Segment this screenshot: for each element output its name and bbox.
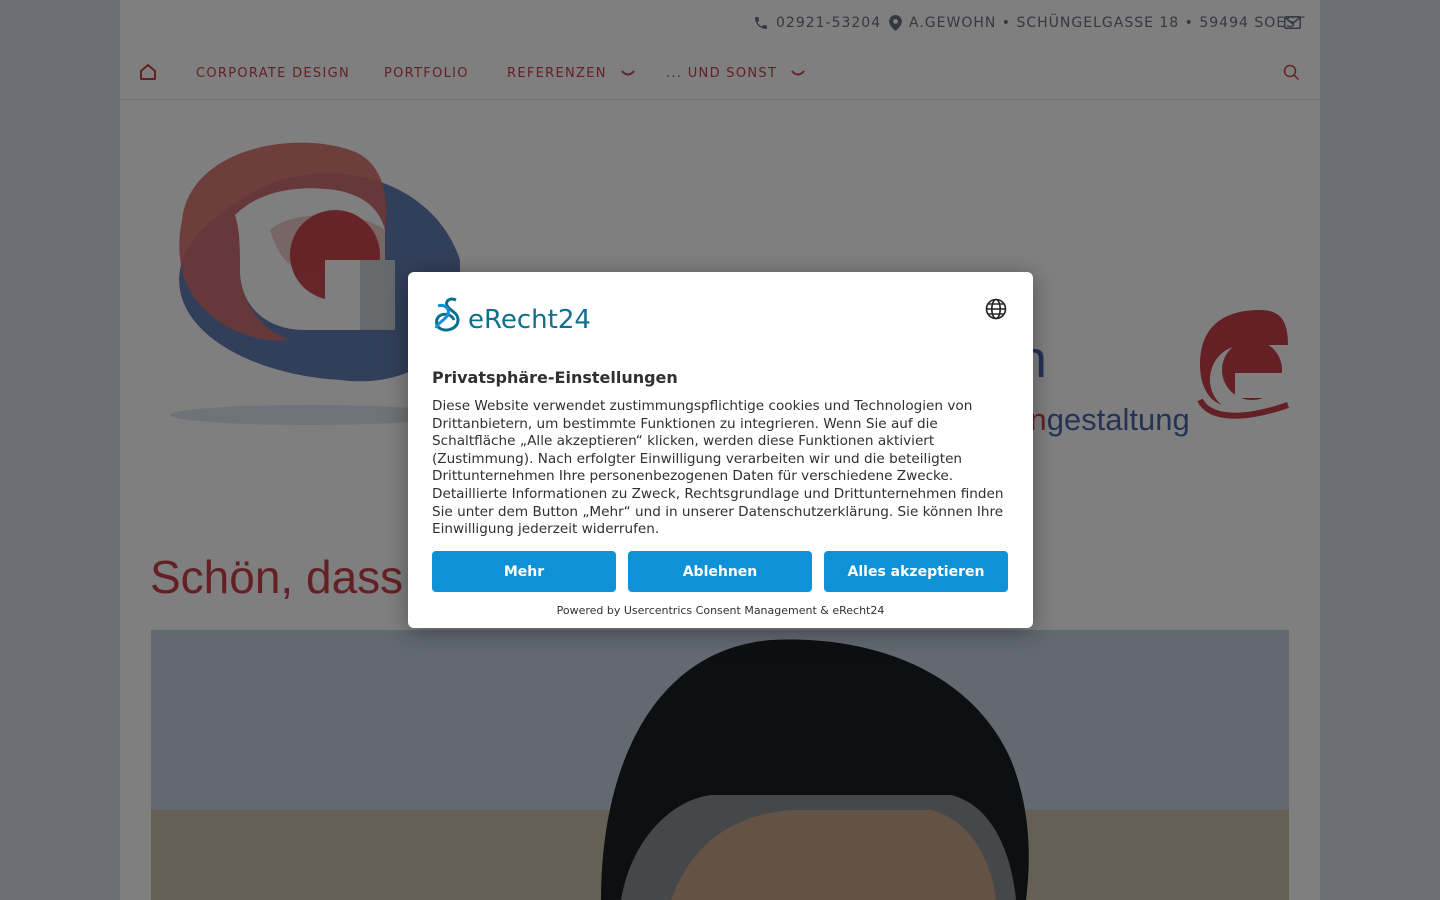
- erecht24-logo: eRecht24: [432, 296, 591, 334]
- erecht24-logo-mark: [434, 297, 460, 332]
- erecht24-logo-text: eRecht24: [468, 305, 591, 335]
- consent-buttons: Mehr Ablehnen Alles akzeptieren: [432, 551, 1008, 592]
- accept-all-button[interactable]: Alles akzeptieren: [824, 551, 1008, 592]
- decline-button[interactable]: Ablehnen: [628, 551, 812, 592]
- more-button[interactable]: Mehr: [432, 551, 616, 592]
- globe-icon: [985, 298, 1007, 320]
- consent-dialog: eRecht24 Privatsphäre-Einstellungen Dies…: [408, 272, 1033, 628]
- language-button[interactable]: [985, 298, 1007, 324]
- consent-description: Diese Website verwendet zustimmungspflic…: [432, 398, 1004, 538]
- powered-by-text: Powered by Usercentrics Consent Manageme…: [556, 604, 885, 617]
- consent-title: Privatsphäre-Einstellungen: [432, 368, 678, 387]
